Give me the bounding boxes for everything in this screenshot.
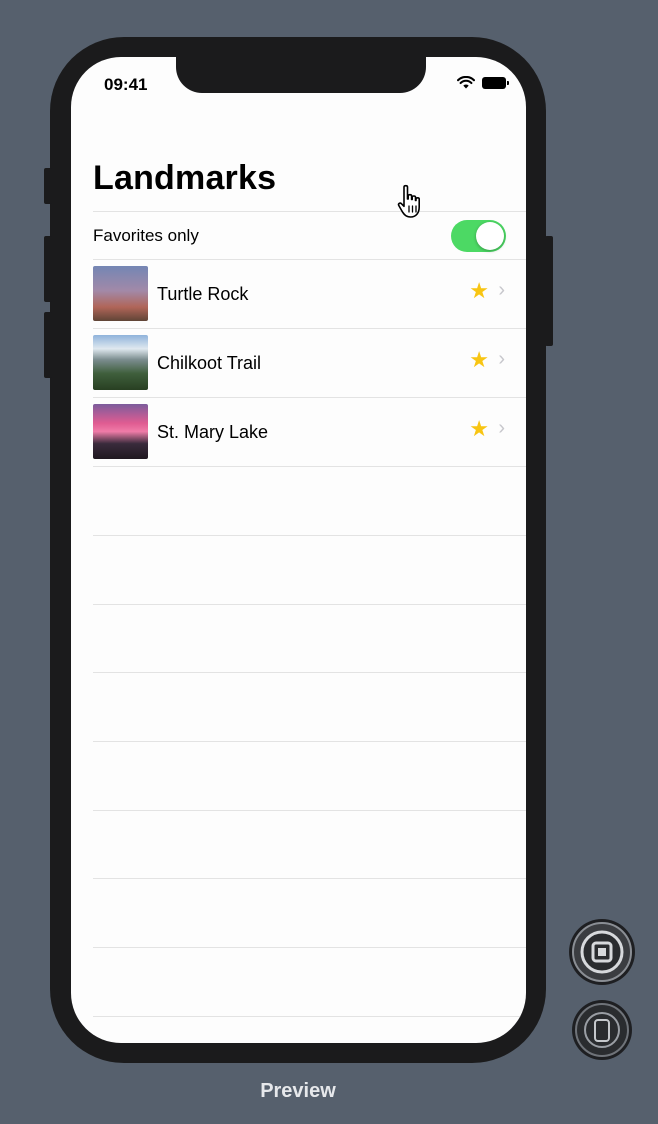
empty-row-divider: [93, 604, 526, 605]
toggle-knob[interactable]: [476, 222, 504, 250]
empty-row-divider: [93, 535, 526, 536]
favorites-toggle[interactable]: [451, 220, 506, 252]
notch: [176, 57, 426, 93]
landmark-name: Chilkoot Trail: [157, 353, 262, 373]
favorites-row: Favorites only: [93, 212, 526, 260]
silent-switch: [44, 168, 52, 204]
star-icon: ★: [469, 278, 489, 303]
device-icon: [575, 1003, 629, 1057]
battery-icon: [482, 76, 509, 89]
empty-row-divider: [93, 810, 526, 811]
favorites-label: Favorites only: [93, 226, 199, 245]
chevron-right-icon: ›: [498, 348, 505, 370]
empty-row-divider: [93, 672, 526, 673]
star-icon: ★: [469, 416, 489, 441]
status-icons: [457, 76, 509, 89]
list-item[interactable]: Chilkoot Trail ★ ›: [93, 329, 526, 398]
empty-row-divider: [93, 741, 526, 742]
landmark-thumbnail: [93, 404, 148, 459]
empty-row-divider: [93, 878, 526, 879]
wifi-icon: [457, 76, 475, 89]
status-time: 09:41: [104, 75, 148, 94]
preview-label: Preview: [260, 1080, 336, 1102]
device-preview-button[interactable]: [572, 1000, 632, 1060]
page-title: Landmarks: [93, 159, 277, 197]
live-preview-button[interactable]: [569, 919, 635, 985]
landmark-thumbnail: [93, 266, 148, 321]
list-item[interactable]: St. Mary Lake ★ ›: [93, 398, 526, 467]
power-button: [545, 236, 553, 346]
device-screen: 09:41 Landmarks Favorites only Turtle Ro…: [71, 57, 526, 1043]
landmark-name: St. Mary Lake: [157, 422, 269, 442]
chevron-right-icon: ›: [498, 417, 505, 439]
volume-down-button: [44, 312, 52, 378]
landmark-thumbnail: [93, 335, 148, 390]
empty-row-divider: [93, 947, 526, 948]
hand-pointer-cursor-icon: [397, 184, 420, 218]
list-item[interactable]: Turtle Rock ★ ›: [93, 260, 526, 329]
star-icon: ★: [469, 347, 489, 372]
stop-icon: [572, 922, 632, 982]
divider: [93, 466, 526, 467]
empty-row-divider: [93, 1016, 526, 1017]
chevron-right-icon: ›: [498, 279, 505, 301]
volume-up-button: [44, 236, 52, 302]
landmark-name: Turtle Rock: [157, 284, 249, 304]
